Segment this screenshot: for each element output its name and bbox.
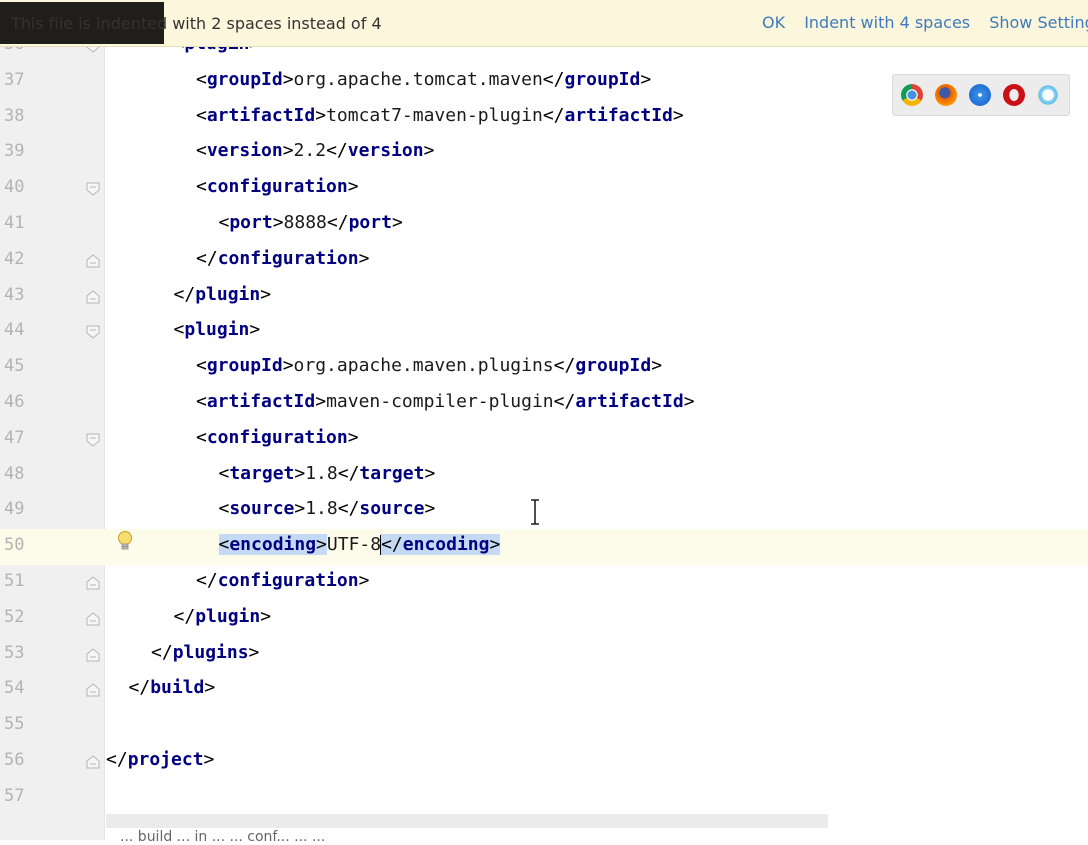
code-line[interactable]: </build>	[129, 677, 216, 698]
opera-icon[interactable]	[1003, 84, 1025, 106]
show-settings-link[interactable]: Show Settings	[989, 13, 1088, 32]
notification-message: This file is indented with 2 spaces inst…	[11, 14, 382, 33]
line-number: 50	[4, 535, 25, 556]
fold-close-icon[interactable]	[86, 612, 100, 626]
line-number: 44	[4, 320, 25, 341]
chrome-icon[interactable]	[901, 84, 923, 106]
gutter-separator	[104, 0, 105, 840]
line-number: 40	[4, 177, 25, 198]
code-line[interactable]: <artifactId>maven-compiler-plugin</artif…	[196, 391, 695, 412]
safari-icon[interactable]	[969, 84, 991, 106]
fold-close-icon[interactable]	[86, 289, 100, 304]
notification-actions: OK Indent with 4 spaces Show Settings	[762, 13, 1088, 32]
lightbulb-icon[interactable]	[117, 530, 133, 554]
line-number: 47	[4, 427, 25, 448]
line-number: 39	[4, 141, 25, 162]
code-line[interactable]: <target>1.8</target>	[219, 463, 436, 484]
code-line[interactable]: <version>2.2</version>	[196, 140, 434, 161]
line-number: 38	[4, 105, 25, 126]
code-line[interactable]: <configuration>	[196, 427, 359, 448]
line-number: 37	[4, 69, 25, 90]
current-line-highlight	[0, 529, 1088, 565]
line-number: 57	[4, 785, 25, 806]
notification-bar: This file is indented with 2 spaces inst…	[0, 0, 1088, 47]
ok-link[interactable]: OK	[762, 13, 785, 32]
code-line[interactable]: </plugin>	[174, 606, 272, 627]
text-cursor-icon	[531, 499, 539, 525]
fold-close-icon[interactable]	[86, 755, 100, 769]
fold-open-icon[interactable]	[86, 182, 100, 196]
fold-close-icon[interactable]	[86, 647, 100, 662]
line-number: 46	[4, 392, 25, 412]
fold-close-icon[interactable]	[86, 683, 100, 697]
code-line[interactable]: <groupId>org.apache.tomcat.maven</groupI…	[196, 69, 651, 90]
line-number: 54	[4, 678, 25, 699]
fold-close-icon[interactable]	[86, 254, 100, 268]
indent-with-4-spaces-link[interactable]: Indent with 4 spaces	[804, 13, 970, 32]
line-number: 53	[4, 642, 25, 663]
line-number: 48	[4, 463, 25, 484]
code-line[interactable]: <encoding>UTF-8</encoding>	[218, 534, 501, 556]
firefox-icon[interactable]	[935, 84, 957, 106]
line-number: 55	[4, 714, 25, 735]
ie-icon[interactable]	[1037, 84, 1059, 106]
line-number: 56	[4, 750, 25, 770]
notification-message-text: This file is indented with 2 spaces inst…	[11, 14, 382, 33]
code-line[interactable]: <configuration>	[196, 176, 359, 197]
line-number: 51	[4, 571, 25, 591]
code-line[interactable]: </configuration>	[196, 570, 369, 591]
code-line[interactable]: </configuration>	[196, 248, 369, 269]
code-line[interactable]: <artifactId>tomcat7-maven-plugin</artifa…	[196, 105, 684, 126]
code-line[interactable]: <groupId>org.apache.maven.plugins</group…	[196, 355, 662, 376]
code-line[interactable]: </plugin>	[174, 284, 272, 305]
fold-open-icon[interactable]	[86, 325, 100, 340]
code-line[interactable]: </plugins>	[151, 642, 259, 663]
line-number: 49	[4, 499, 25, 520]
line-number: 45	[4, 356, 25, 377]
line-number: 41	[4, 213, 25, 233]
line-number: 52	[4, 606, 25, 627]
code-line[interactable]: </project>	[106, 749, 214, 770]
line-number: 42	[4, 248, 25, 269]
fold-close-icon[interactable]	[86, 576, 100, 590]
status-text: ... build ... in ... ... conf... ... ...	[120, 829, 326, 845]
code-line[interactable]: <source>1.8</source>	[219, 498, 436, 519]
code-line[interactable]: <port>8888</port>	[219, 212, 403, 233]
browser-preview-toolbar	[892, 74, 1070, 116]
code-line[interactable]: <plugin>	[174, 319, 261, 340]
line-number: 43	[4, 284, 25, 305]
horizontal-scrollbar[interactable]	[106, 814, 828, 828]
fold-open-icon[interactable]	[86, 433, 100, 447]
